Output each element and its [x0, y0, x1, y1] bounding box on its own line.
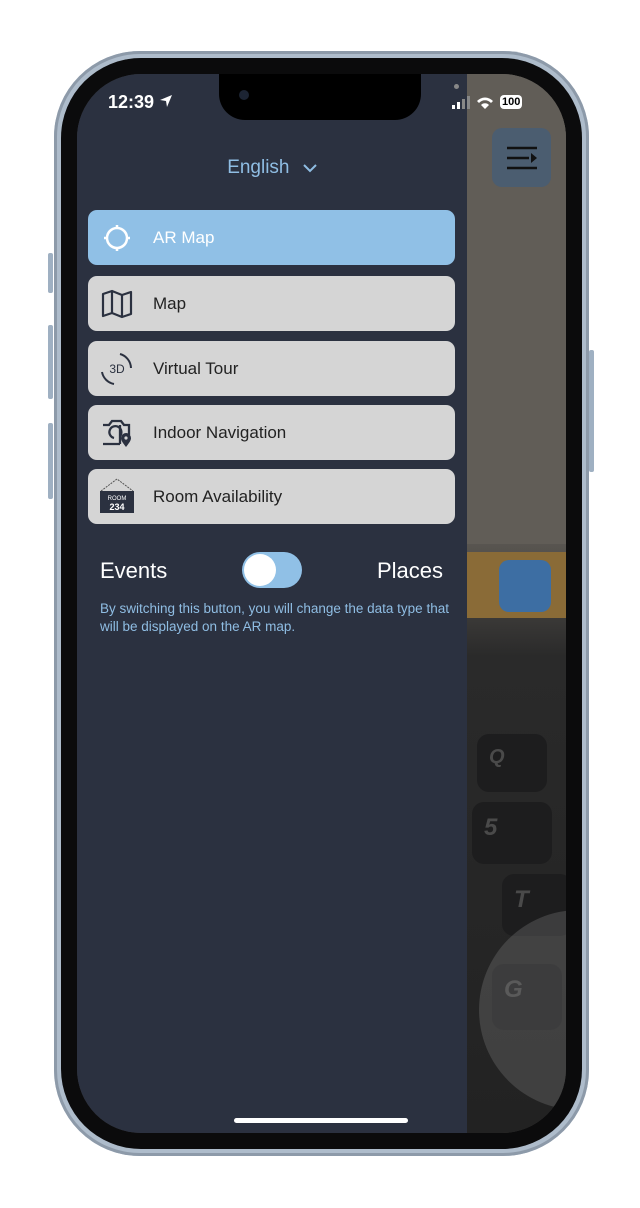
menu-item-map[interactable]: Map: [88, 276, 455, 331]
menu-item-indoor-navigation[interactable]: Indoor Navigation: [88, 405, 455, 460]
toggle-knob: [244, 554, 276, 586]
menu-item-ar-map[interactable]: AR Map: [88, 210, 455, 265]
menu-item-room-availability[interactable]: ROOM 234 Room Availability: [88, 469, 455, 524]
rotate-3d-icon: 3D: [90, 341, 144, 396]
location-arrow-icon: [160, 95, 173, 107]
data-type-toggle[interactable]: [242, 552, 302, 588]
volume-down-button: [48, 423, 53, 499]
menu-item-virtual-tour[interactable]: 3D Virtual Tour: [88, 341, 455, 396]
side-drawer: English AR Map Map 3D Virtual Tour Indoo…: [77, 74, 467, 1133]
places-label: Places: [376, 558, 443, 583]
notch: [219, 74, 421, 120]
battery-icon: 100: [500, 95, 523, 109]
wifi-icon: [477, 97, 493, 109]
crosshair-icon: [90, 210, 144, 265]
menu-item-label: Map: [153, 293, 187, 313]
volume-up-button: [48, 325, 53, 399]
status-icons: 100: [452, 95, 523, 109]
background-key: Q: [477, 734, 547, 792]
side-button: [589, 350, 594, 472]
time-text: 12:39: [108, 92, 155, 112]
front-camera: [239, 90, 249, 100]
camera-location-icon: [90, 405, 144, 460]
menu-collapse-icon: [506, 146, 537, 169]
menu-toggle-button[interactable]: [492, 128, 551, 187]
menu-item-label: Indoor Navigation: [153, 422, 287, 442]
privacy-indicator-dot: [454, 84, 459, 89]
rotate-3d-text: 3D: [109, 362, 125, 376]
menu-item-label: Room Availability: [153, 486, 283, 506]
screen: Q 5 T G English AR Map Map 3D Virtual To…: [77, 74, 566, 1133]
background-app-icon: [499, 560, 551, 612]
mute-switch: [48, 253, 53, 293]
toggle-description: By switching this button, you will chang…: [100, 601, 449, 634]
events-label: Events: [100, 558, 168, 583]
signal-icon: [452, 95, 470, 109]
status-time: 12:39: [108, 92, 173, 113]
background-key: 5: [472, 802, 552, 864]
menu-item-label: Virtual Tour: [153, 358, 239, 378]
language-label: English: [227, 157, 290, 178]
chevron-down-icon: [303, 164, 317, 173]
language-selector[interactable]: English: [77, 157, 467, 179]
room-sign-icon: ROOM 234: [90, 469, 144, 524]
menu-item-label: AR Map: [153, 227, 215, 247]
map-icon: [90, 276, 144, 331]
data-type-toggle-row: Events Places: [100, 552, 443, 592]
svg-text:234: 234: [109, 502, 124, 512]
home-indicator[interactable]: [234, 1118, 408, 1123]
